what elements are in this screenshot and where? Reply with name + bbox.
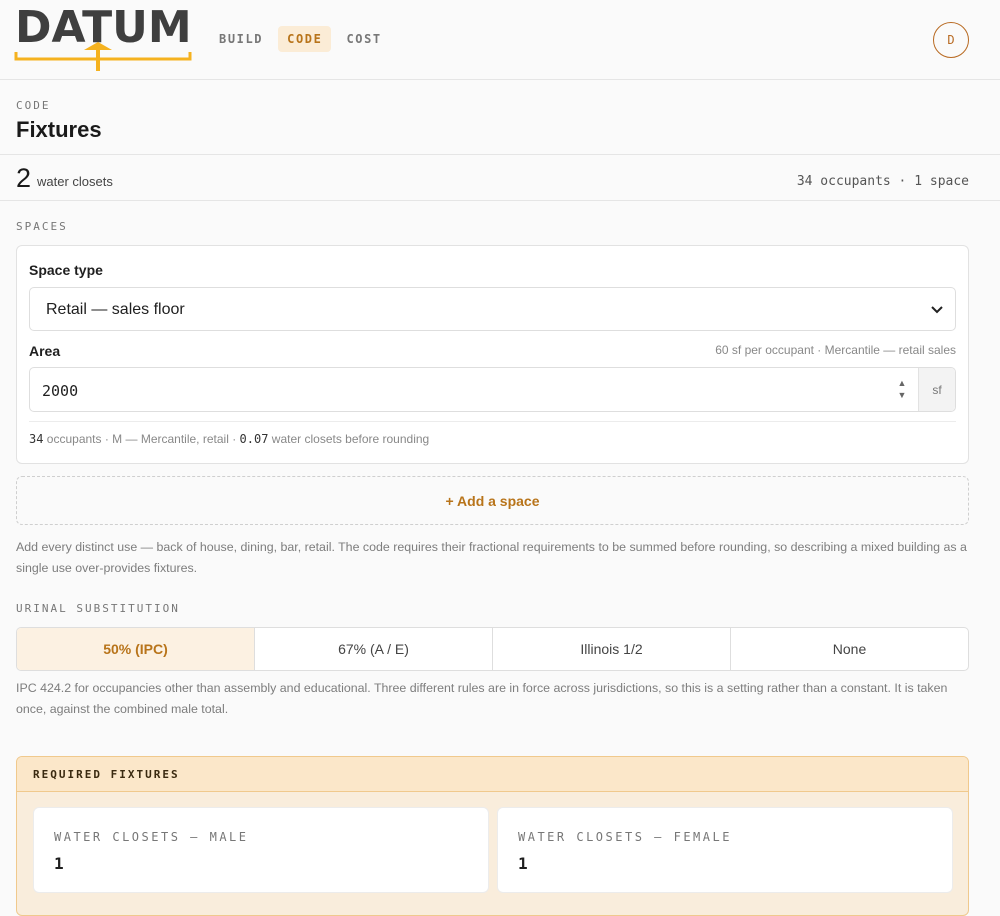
urinal-option-50-ipc[interactable]: 50% (IPC)	[17, 628, 255, 670]
fraction-value: 0.07	[239, 432, 269, 446]
fixture-label: WATER CLOSETS — FEMALE	[518, 830, 732, 844]
summary-bar: 2 water closets 34 occupants · 1 space	[0, 154, 1000, 201]
water-closet-count: 2	[16, 163, 32, 193]
tab-cost[interactable]: COST	[337, 26, 390, 52]
fixture-card-wc-male: WATER CLOSETS — MALE 1	[33, 807, 489, 893]
urinal-substitution-selector: 50% (IPC) 67% (A / E) Illinois 1/2 None	[16, 627, 969, 671]
add-space-button[interactable]: + Add a space	[16, 476, 969, 525]
space-type-value: Retail — sales floor	[46, 301, 185, 318]
fixture-value: 1	[54, 854, 64, 873]
main-nav: BUILD CODE COST	[210, 26, 391, 52]
avatar[interactable]: D	[933, 22, 969, 58]
area-input[interactable]: 2000 ▲ ▼ sf	[29, 367, 956, 412]
occupants-text: occupants · M — Mercantile, retail ·	[46, 432, 237, 446]
space-card: Space type Retail — sales floor Area 60 …	[16, 245, 969, 464]
fixture-value: 1	[518, 854, 528, 873]
area-value: 2000	[42, 382, 79, 400]
urinal-option-illinois[interactable]: Illinois 1/2	[493, 628, 731, 670]
occupants-value: 34	[29, 432, 44, 446]
space-type-select[interactable]: Retail — sales floor	[29, 287, 956, 331]
occupancy-summary: 34 occupants · 1 space	[796, 174, 969, 189]
area-label: Area	[29, 343, 61, 359]
logo-mark-icon	[14, 42, 192, 71]
required-fixtures-header: REQUIRED FIXTURES	[17, 757, 968, 792]
spinner-arrows-icon[interactable]: ▲ ▼	[896, 377, 908, 403]
required-fixtures-panel: REQUIRED FIXTURES WATER CLOSETS — MALE 1…	[16, 756, 969, 916]
datum-logo[interactable]: DATUM	[14, 4, 192, 72]
chevron-down-icon	[931, 303, 943, 317]
page-title: Fixtures	[16, 117, 102, 142]
fraction-text: water closets before rounding	[271, 432, 430, 446]
tab-code[interactable]: CODE	[278, 26, 332, 52]
spaces-label: SPACES	[16, 220, 68, 233]
area-unit: sf	[918, 368, 955, 411]
water-closet-unit: water closets	[37, 174, 113, 189]
urinal-option-67-ae[interactable]: 67% (A / E)	[255, 628, 493, 670]
urinal-help-text: IPC 424.2 for occupancies other than ass…	[16, 681, 948, 716]
urinal-substitution-label: URINAL SUBSTITUTION	[16, 602, 180, 615]
fixture-label: WATER CLOSETS — MALE	[54, 830, 249, 844]
space-calc-summary: 34 occupants · M — Mercantile, retail · …	[29, 421, 956, 446]
top-bar: DATUM BUILD CODE COST D	[0, 0, 1000, 80]
tab-build[interactable]: BUILD	[210, 26, 272, 52]
space-type-label: Space type	[29, 262, 103, 278]
page-eyebrow: CODE	[16, 99, 51, 112]
fixture-card-wc-female: WATER CLOSETS — FEMALE 1	[497, 807, 953, 893]
urinal-option-none[interactable]: None	[731, 628, 968, 670]
area-hint: 60 sf per occupant · Mercantile — retail…	[715, 343, 956, 357]
spaces-help-text: Add every distinct use — back of house, …	[16, 540, 967, 575]
